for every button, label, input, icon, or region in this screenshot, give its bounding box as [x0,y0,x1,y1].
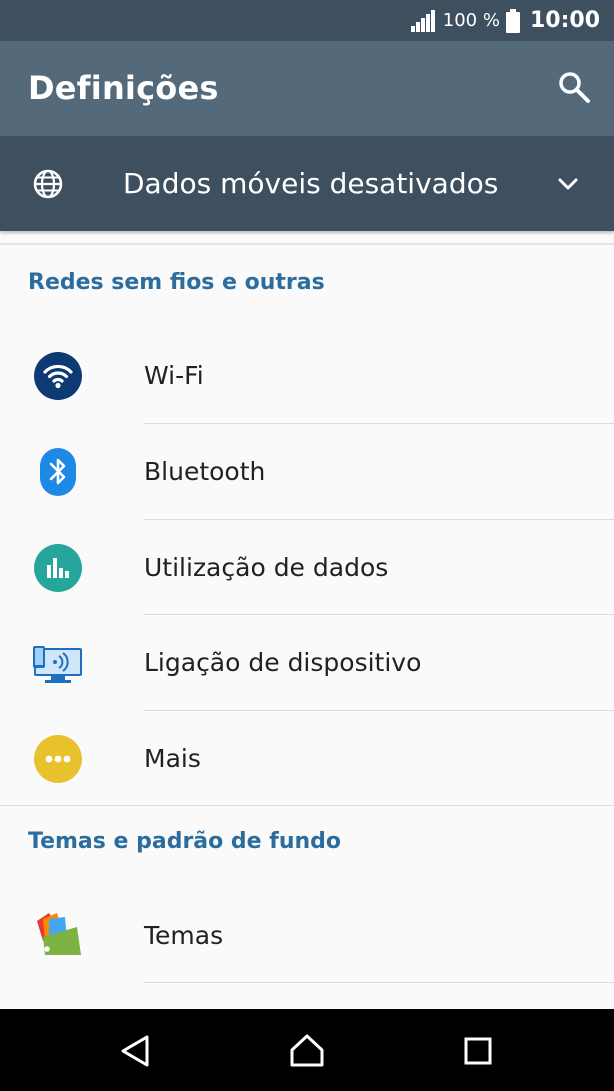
list-item-more[interactable]: Mais [0,711,614,806]
bluetooth-icon [40,448,76,496]
chevron-down-icon[interactable] [556,172,580,196]
list-item-label: Bluetooth [144,457,266,486]
section-divider [0,805,614,806]
list-item-wifi[interactable]: Wi-Fi [0,328,614,423]
list-item-label: Mais [144,744,201,773]
recents-icon[interactable] [458,1031,498,1071]
page-title: Definições [28,69,219,107]
list-item-device-connection[interactable]: Ligação de dispositivo [0,615,614,710]
themes-icon [37,913,81,955]
list-item-label: Wi-Fi [144,361,204,390]
list-item-label: Temas [144,921,224,950]
app-bar: Definições [0,41,614,136]
settings-list: Redes sem fios e outras Wi-Fi Bluetooth … [0,243,614,1009]
signal-icon [410,9,435,32]
mobile-data-status: Dados móveis desativados [123,167,499,200]
list-item-label: Ligação de dispositivo [144,648,422,677]
list-item-data-usage[interactable]: Utilização de dados [0,520,614,615]
data-usage-icon [34,544,82,592]
list-item-bluetooth[interactable]: Bluetooth [0,424,614,519]
search-icon[interactable] [556,69,592,105]
wifi-icon [34,352,82,400]
status-bar: 100 % 10:00 [0,0,614,41]
globe-icon [33,169,63,199]
back-icon[interactable] [117,1031,157,1071]
mobile-data-banner[interactable]: Dados móveis desativados [0,136,614,231]
navigation-bar [0,1009,614,1091]
device-connection-icon [33,646,82,683]
more-icon [34,735,82,783]
battery-icon [505,8,520,33]
list-item-themes[interactable]: Temas [0,888,614,983]
status-time: 10:00 [529,8,600,33]
status-icons: 100 % 10:00 [410,0,600,41]
divider [144,982,614,983]
battery-percent: 100 % [442,10,500,31]
list-item-label: Utilização de dados [144,553,389,582]
section-header-wireless: Redes sem fios e outras [28,270,325,295]
section-header-themes: Temas e padrão de fundo [28,829,342,854]
home-icon[interactable] [287,1031,327,1071]
